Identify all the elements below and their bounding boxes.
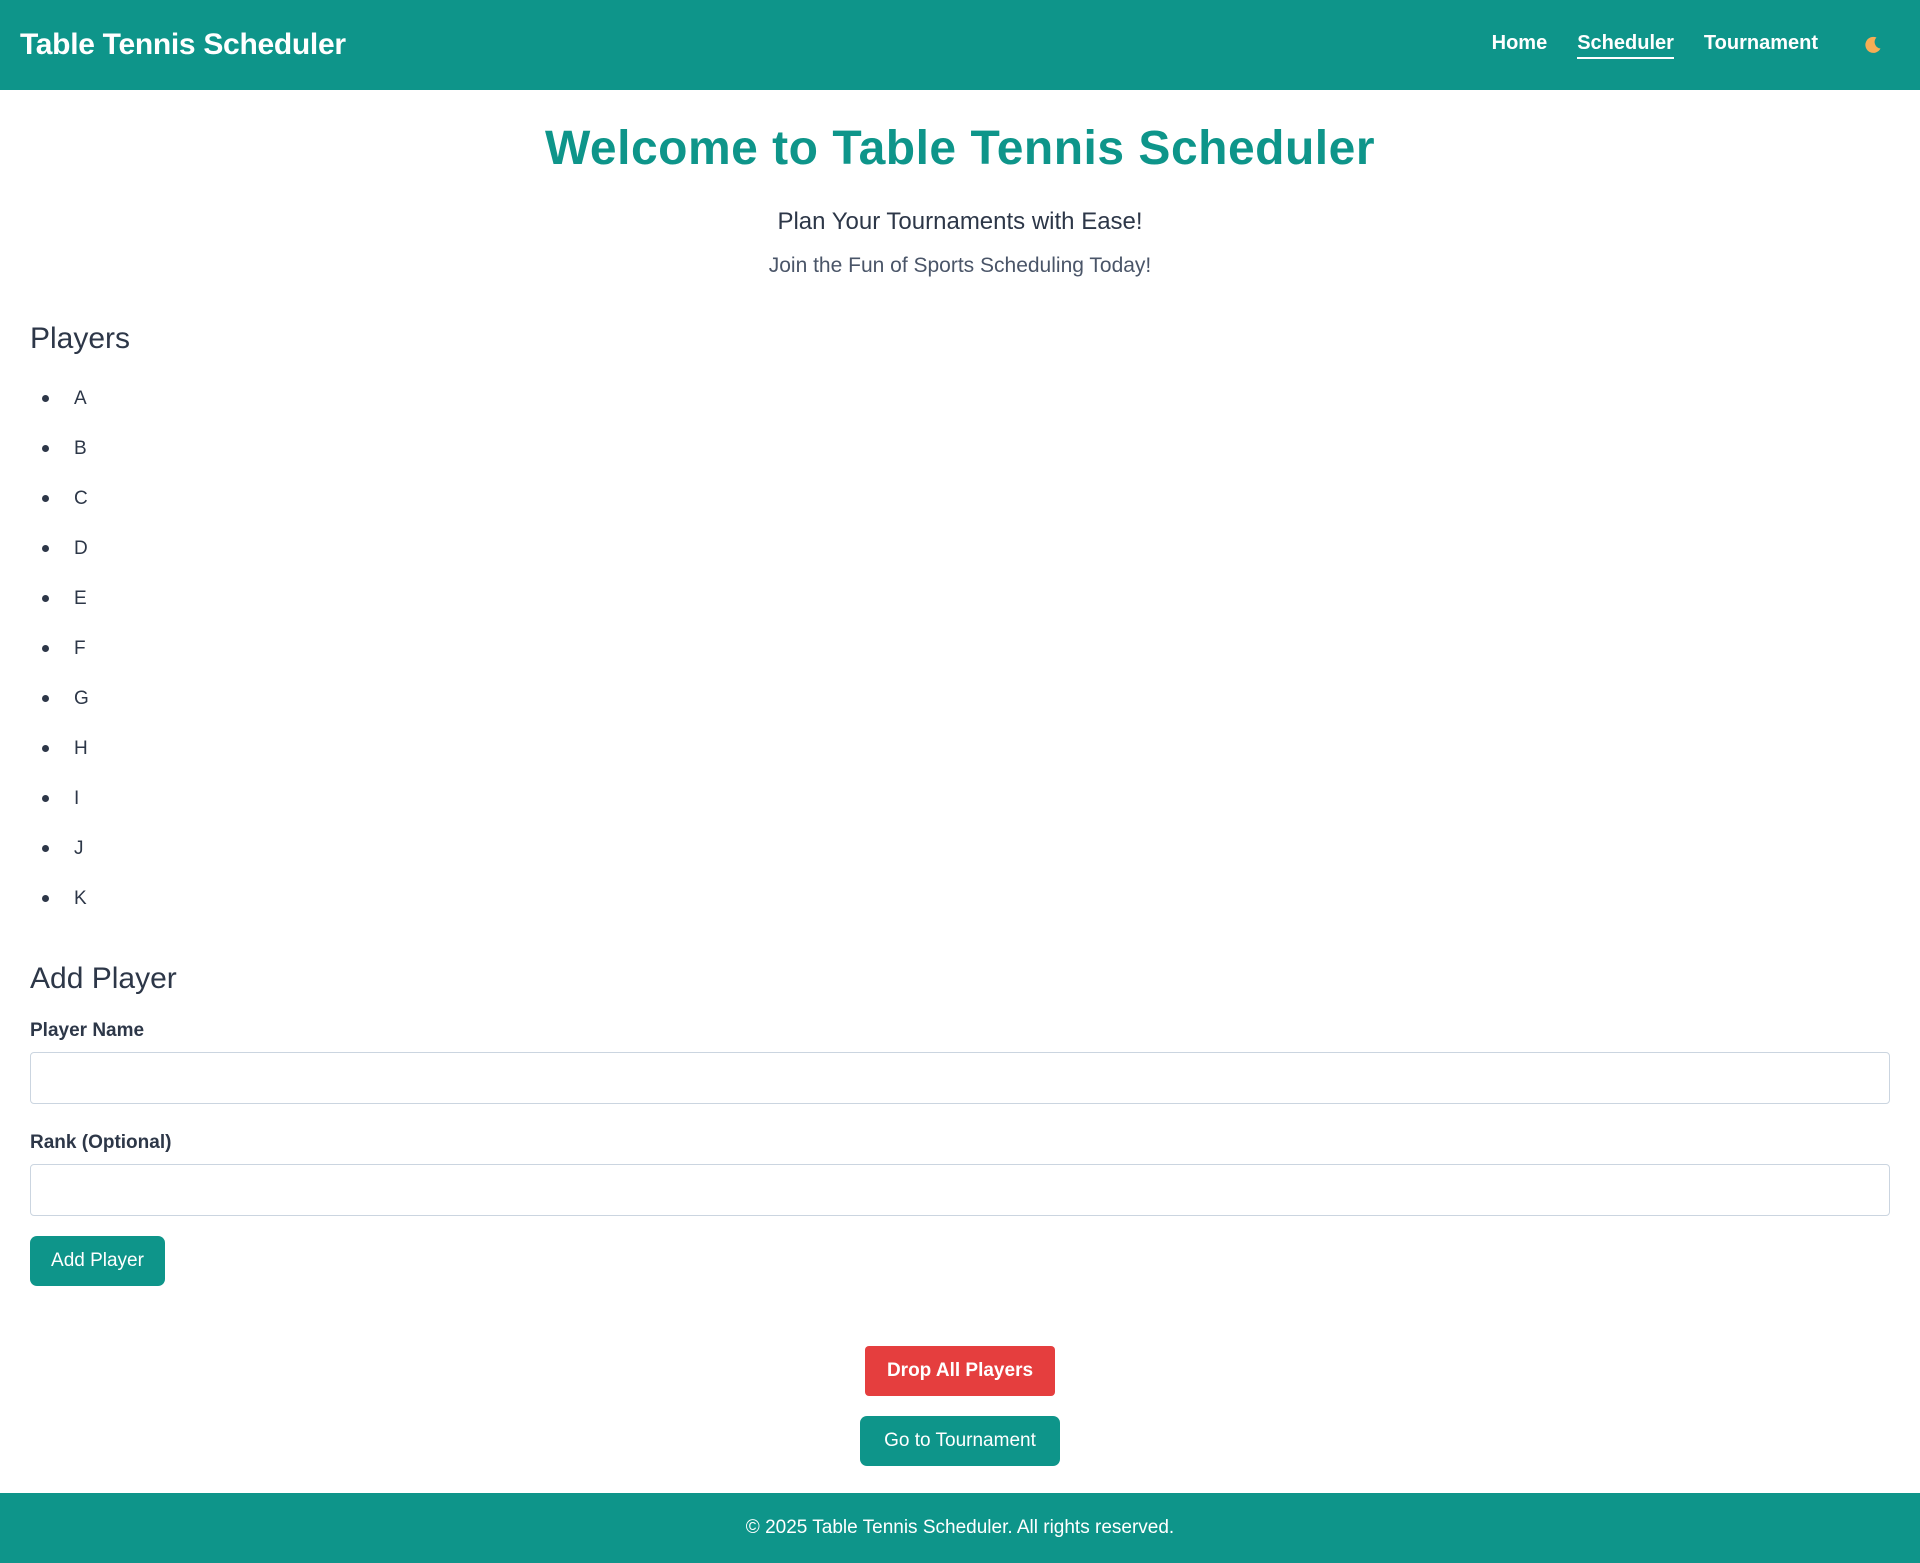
bullet-icon <box>42 695 49 703</box>
theme-toggle-button[interactable] <box>1860 32 1886 58</box>
player-name-input[interactable] <box>30 1051 1890 1104</box>
player-name: F <box>74 637 86 659</box>
player-name: C <box>74 487 88 509</box>
player-item: D <box>42 524 1890 574</box>
bullet-icon <box>42 395 49 403</box>
hero-subtagline: Join the Fun of Sports Scheduling Today! <box>768 253 1152 277</box>
player-name: J <box>74 837 84 859</box>
page-footer: © 2025 Table Tennis Scheduler. All right… <box>0 1493 1920 1563</box>
player-item: F <box>42 624 1890 674</box>
nav-link-scheduler[interactable]: Scheduler <box>1577 32 1674 59</box>
main-nav: Home Scheduler Tournament <box>1462 0 1900 90</box>
player-item: E <box>42 574 1890 624</box>
add-player-section: Add Player Player Name Rank (Optional) A… <box>30 962 1890 1286</box>
player-name: B <box>74 437 87 459</box>
bullet-icon <box>42 545 49 553</box>
add-player-heading: Add Player <box>30 961 177 995</box>
page-title: Welcome to Table Tennis Scheduler <box>544 122 1375 175</box>
player-item: J <box>42 824 1890 874</box>
player-item: G <box>42 674 1890 724</box>
bullet-icon <box>42 595 49 603</box>
add-player-button[interactable]: Add Player <box>30 1235 165 1286</box>
footer-copyright: © 2025 Table Tennis Scheduler. All right… <box>745 1517 1175 1538</box>
player-name-label: Player Name <box>30 1019 145 1041</box>
player-name: I <box>74 787 80 809</box>
bullet-icon <box>42 895 49 903</box>
rank-label: Rank (Optional) <box>30 1131 172 1153</box>
player-item: A <box>42 374 1890 424</box>
players-heading: Players <box>30 321 131 355</box>
player-name: E <box>74 587 87 609</box>
player-item: K <box>42 874 1890 924</box>
bullet-icon <box>42 495 49 503</box>
bullet-icon <box>42 745 49 753</box>
bullet-icon <box>42 445 49 453</box>
brand-title[interactable]: Table Tennis Scheduler <box>20 28 346 62</box>
player-item: C <box>42 474 1890 524</box>
player-name: K <box>74 887 87 909</box>
player-name: D <box>74 537 88 559</box>
player-item: I <box>42 774 1890 824</box>
go-to-tournament-button[interactable]: Go to Tournament <box>860 1415 1060 1466</box>
main-content: Welcome to Table Tennis Scheduler Plan Y… <box>0 90 1920 1493</box>
players-section: Players A B C D E F G H I J K <box>30 322 1890 924</box>
top-navbar: Table Tennis Scheduler Home Scheduler To… <box>0 0 1920 90</box>
bullet-icon <box>42 645 49 653</box>
player-list: A B C D E F G H I J K <box>30 374 1890 924</box>
rank-input[interactable] <box>30 1163 1890 1216</box>
bullet-icon <box>42 795 49 803</box>
drop-all-players-button[interactable]: Drop All Players <box>865 1345 1055 1396</box>
nav-link-home[interactable]: Home <box>1492 32 1548 59</box>
bullet-icon <box>42 845 49 853</box>
player-item: H <box>42 724 1890 774</box>
hero-tagline: Plan Your Tournaments with Ease! <box>777 207 1143 235</box>
player-name: A <box>74 387 87 409</box>
player-name: H <box>74 737 88 759</box>
player-item: B <box>42 424 1890 474</box>
page-actions: Drop All Players Go to Tournament <box>30 1345 1890 1466</box>
moon-icon <box>1865 36 1881 53</box>
player-name: G <box>74 687 89 709</box>
hero-section: Welcome to Table Tennis Scheduler Plan Y… <box>30 120 1890 278</box>
nav-link-tournament[interactable]: Tournament <box>1704 32 1818 59</box>
